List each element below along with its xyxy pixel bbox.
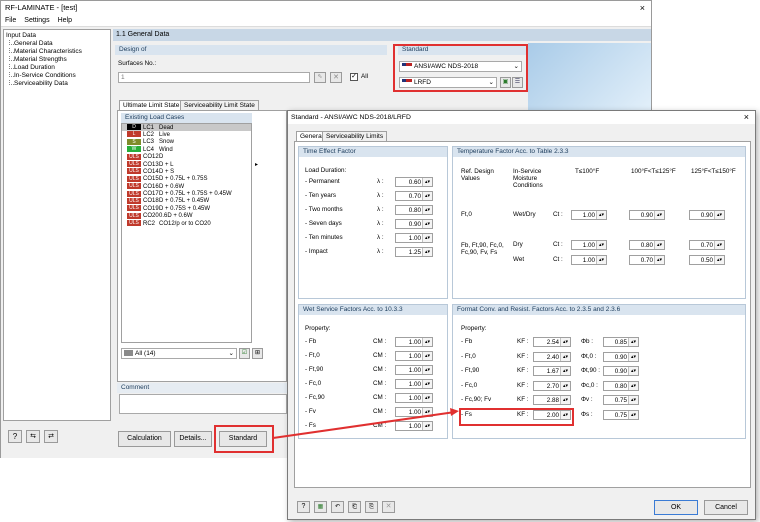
callout-arrow [272,408,459,439]
